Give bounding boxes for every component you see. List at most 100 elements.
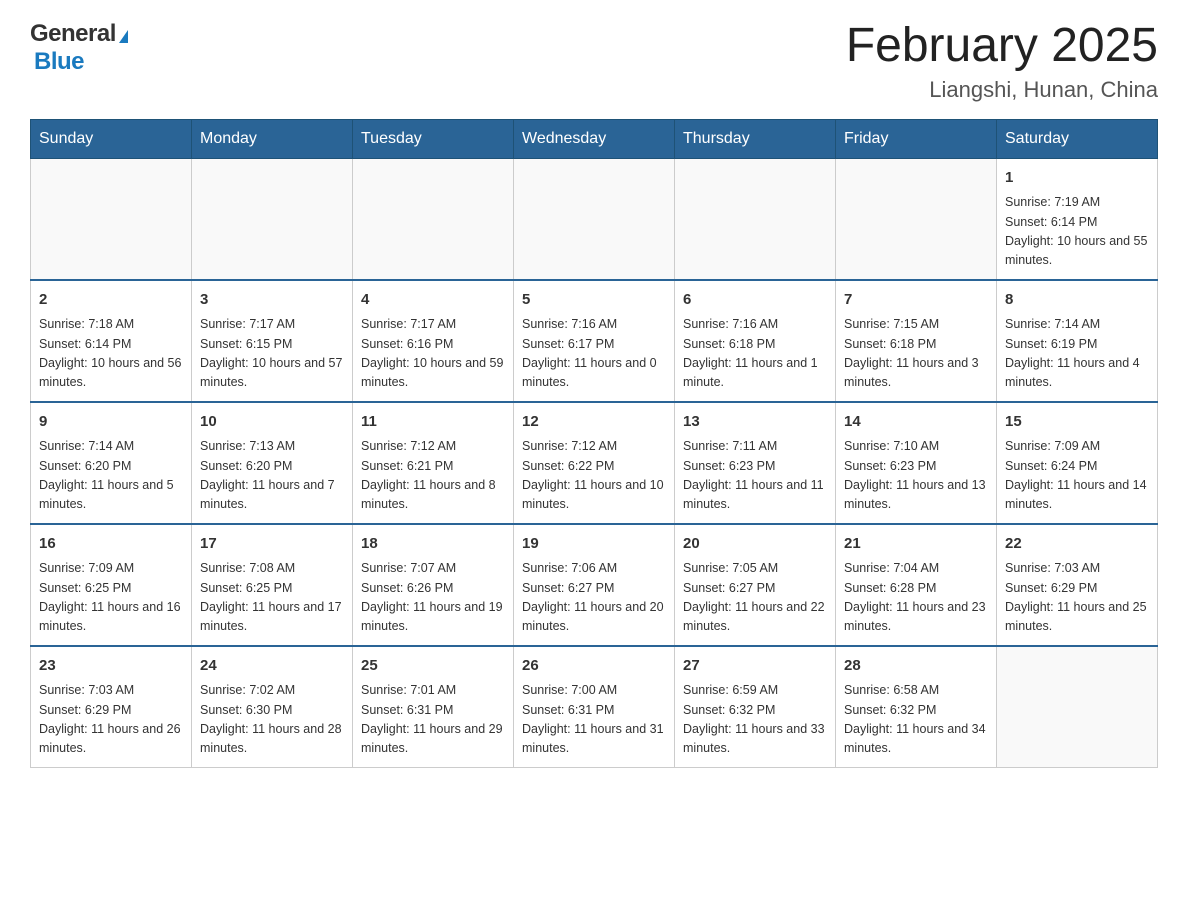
calendar-cell: 15Sunrise: 7:09 AM Sunset: 6:24 PM Dayli… [997, 402, 1158, 524]
logo-general-text: General [30, 20, 116, 48]
calendar-cell: 12 Sunrise: 7:12 AM Sunset: 6:22 PM Dayli… [514, 402, 675, 524]
day-info: Sunrise: 7:12 AM Sunset: 6:21 PM Dayligh… [361, 437, 505, 515]
day-info: Sunrise: 6:59 AM Sunset: 6:32 PM Dayligh… [683, 681, 827, 759]
calendar-cell: 5Sunrise: 7:16 AM Sunset: 6:17 PM Daylig… [514, 280, 675, 402]
calendar-cell: 21 Sunrise: 7:04 AM Sunset: 6:28 PM Dayli… [836, 524, 997, 646]
calendar-cell: 10 Sunrise: 7:13 AM Sunset: 6:20 PM Dayli… [192, 402, 353, 524]
weekday-header-friday: Friday [836, 119, 997, 158]
day-number: 19 [522, 533, 666, 556]
day-number: 12 [522, 411, 666, 434]
day-info: Sunrise: 7:18 AM Sunset: 6:14 PM Dayligh… [39, 315, 183, 393]
day-number: 28 [844, 655, 988, 678]
logo: General Blue [30, 20, 128, 76]
day-number: 8 [1005, 289, 1149, 312]
day-number: 2 [39, 289, 183, 312]
calendar-cell: 14 Sunrise: 7:10 AM Sunset: 6:23 PM Dayli… [836, 402, 997, 524]
day-number: 17 [200, 533, 344, 556]
day-number: 20 [683, 533, 827, 556]
weekday-header-row: SundayMondayTuesdayWednesdayThursdayFrid… [31, 119, 1158, 158]
calendar-cell: 26 Sunrise: 7:00 AM Sunset: 6:31 PM Dayli… [514, 646, 675, 768]
day-info: Sunrise: 7:05 AM Sunset: 6:27 PM Dayligh… [683, 559, 827, 637]
day-number: 1 [1005, 167, 1149, 190]
weekday-header-sunday: Sunday [31, 119, 192, 158]
calendar-cell: 23 Sunrise: 7:03 AM Sunset: 6:29 PM Dayli… [31, 646, 192, 768]
day-info: Sunrise: 7:06 AM Sunset: 6:27 PM Dayligh… [522, 559, 666, 637]
calendar-cell: 25 Sunrise: 7:01 AM Sunset: 6:31 PM Dayli… [353, 646, 514, 768]
calendar-cell: 16Sunrise: 7:09 AM Sunset: 6:25 PM Dayli… [31, 524, 192, 646]
day-info: Sunrise: 7:14 AM Sunset: 6:19 PM Dayligh… [1005, 315, 1149, 393]
day-info: Sunrise: 7:14 AM Sunset: 6:20 PM Dayligh… [39, 437, 183, 515]
day-number: 25 [361, 655, 505, 678]
day-info: Sunrise: 6:58 AM Sunset: 6:32 PM Dayligh… [844, 681, 988, 759]
day-info: Sunrise: 7:10 AM Sunset: 6:23 PM Dayligh… [844, 437, 988, 515]
day-number: 22 [1005, 533, 1149, 556]
day-number: 9 [39, 411, 183, 434]
calendar-cell [514, 158, 675, 280]
day-info: Sunrise: 7:15 AM Sunset: 6:18 PM Dayligh… [844, 315, 988, 393]
day-number: 21 [844, 533, 988, 556]
calendar-cell: 18Sunrise: 7:07 AM Sunset: 6:26 PM Dayli… [353, 524, 514, 646]
day-info: Sunrise: 7:17 AM Sunset: 6:16 PM Dayligh… [361, 315, 505, 393]
calendar-cell [353, 158, 514, 280]
day-number: 26 [522, 655, 666, 678]
day-number: 7 [844, 289, 988, 312]
day-number: 27 [683, 655, 827, 678]
calendar-cell: 19 Sunrise: 7:06 AM Sunset: 6:27 PM Dayli… [514, 524, 675, 646]
calendar-cell: 20 Sunrise: 7:05 AM Sunset: 6:27 PM Dayli… [675, 524, 836, 646]
calendar-cell [192, 158, 353, 280]
logo-blue-text: Blue [34, 48, 84, 76]
weekday-header-monday: Monday [192, 119, 353, 158]
calendar-cell: 27 Sunrise: 6:59 AM Sunset: 6:32 PM Dayli… [675, 646, 836, 768]
day-info: Sunrise: 7:17 AM Sunset: 6:15 PM Dayligh… [200, 315, 344, 393]
calendar-cell: 7 Sunrise: 7:15 AM Sunset: 6:18 PM Daylig… [836, 280, 997, 402]
calendar-cell [997, 646, 1158, 768]
day-info: Sunrise: 7:12 AM Sunset: 6:22 PM Dayligh… [522, 437, 666, 515]
calendar-cell [31, 158, 192, 280]
day-info: Sunrise: 7:08 AM Sunset: 6:25 PM Dayligh… [200, 559, 344, 637]
calendar-cell: 2 Sunrise: 7:18 AM Sunset: 6:14 PM Daylig… [31, 280, 192, 402]
calendar-cell: 6 Sunrise: 7:16 AM Sunset: 6:18 PM Daylig… [675, 280, 836, 402]
page-header: General Blue February 2025 Liangshi, Hun… [30, 20, 1158, 103]
calendar-cell: 3 Sunrise: 7:17 AM Sunset: 6:15 PM Daylig… [192, 280, 353, 402]
calendar-subtitle: Liangshi, Hunan, China [846, 77, 1158, 103]
weekday-header-wednesday: Wednesday [514, 119, 675, 158]
logo-arrow-icon [119, 30, 128, 43]
calendar-cell: 28 Sunrise: 6:58 AM Sunset: 6:32 PM Dayli… [836, 646, 997, 768]
calendar-cell: 4 Sunrise: 7:17 AM Sunset: 6:16 PM Daylig… [353, 280, 514, 402]
calendar-table: SundayMondayTuesdayWednesdayThursdayFrid… [30, 119, 1158, 768]
day-info: Sunrise: 7:04 AM Sunset: 6:28 PM Dayligh… [844, 559, 988, 637]
week-row-4: 16Sunrise: 7:09 AM Sunset: 6:25 PM Dayli… [31, 524, 1158, 646]
day-number: 14 [844, 411, 988, 434]
calendar-cell [836, 158, 997, 280]
calendar-cell: 1Sunrise: 7:19 AM Sunset: 6:14 PM Daylig… [997, 158, 1158, 280]
day-number: 3 [200, 289, 344, 312]
day-info: Sunrise: 7:00 AM Sunset: 6:31 PM Dayligh… [522, 681, 666, 759]
day-info: Sunrise: 7:02 AM Sunset: 6:30 PM Dayligh… [200, 681, 344, 759]
calendar-cell: 13 Sunrise: 7:11 AM Sunset: 6:23 PM Dayli… [675, 402, 836, 524]
week-row-3: 9 Sunrise: 7:14 AM Sunset: 6:20 PM Daylig… [31, 402, 1158, 524]
day-number: 4 [361, 289, 505, 312]
weekday-header-saturday: Saturday [997, 119, 1158, 158]
day-info: Sunrise: 7:03 AM Sunset: 6:29 PM Dayligh… [39, 681, 183, 759]
day-number: 16 [39, 533, 183, 556]
day-info: Sunrise: 7:11 AM Sunset: 6:23 PM Dayligh… [683, 437, 827, 515]
calendar-cell: 9 Sunrise: 7:14 AM Sunset: 6:20 PM Daylig… [31, 402, 192, 524]
week-row-2: 2 Sunrise: 7:18 AM Sunset: 6:14 PM Daylig… [31, 280, 1158, 402]
day-number: 11 [361, 411, 505, 434]
week-row-1: 1Sunrise: 7:19 AM Sunset: 6:14 PM Daylig… [31, 158, 1158, 280]
day-info: Sunrise: 7:01 AM Sunset: 6:31 PM Dayligh… [361, 681, 505, 759]
calendar-cell: 8 Sunrise: 7:14 AM Sunset: 6:19 PM Daylig… [997, 280, 1158, 402]
weekday-header-thursday: Thursday [675, 119, 836, 158]
week-row-5: 23 Sunrise: 7:03 AM Sunset: 6:29 PM Dayli… [31, 646, 1158, 768]
calendar-title: February 2025 [846, 20, 1158, 73]
calendar-cell: 11 Sunrise: 7:12 AM Sunset: 6:21 PM Dayli… [353, 402, 514, 524]
day-number: 6 [683, 289, 827, 312]
day-number: 5 [522, 289, 666, 312]
day-info: Sunrise: 7:13 AM Sunset: 6:20 PM Dayligh… [200, 437, 344, 515]
calendar-cell: 17 Sunrise: 7:08 AM Sunset: 6:25 PM Dayli… [192, 524, 353, 646]
calendar-cell: 22Sunrise: 7:03 AM Sunset: 6:29 PM Dayli… [997, 524, 1158, 646]
day-number: 23 [39, 655, 183, 678]
day-number: 10 [200, 411, 344, 434]
day-info: Sunrise: 7:16 AM Sunset: 6:18 PM Dayligh… [683, 315, 827, 393]
day-number: 13 [683, 411, 827, 434]
